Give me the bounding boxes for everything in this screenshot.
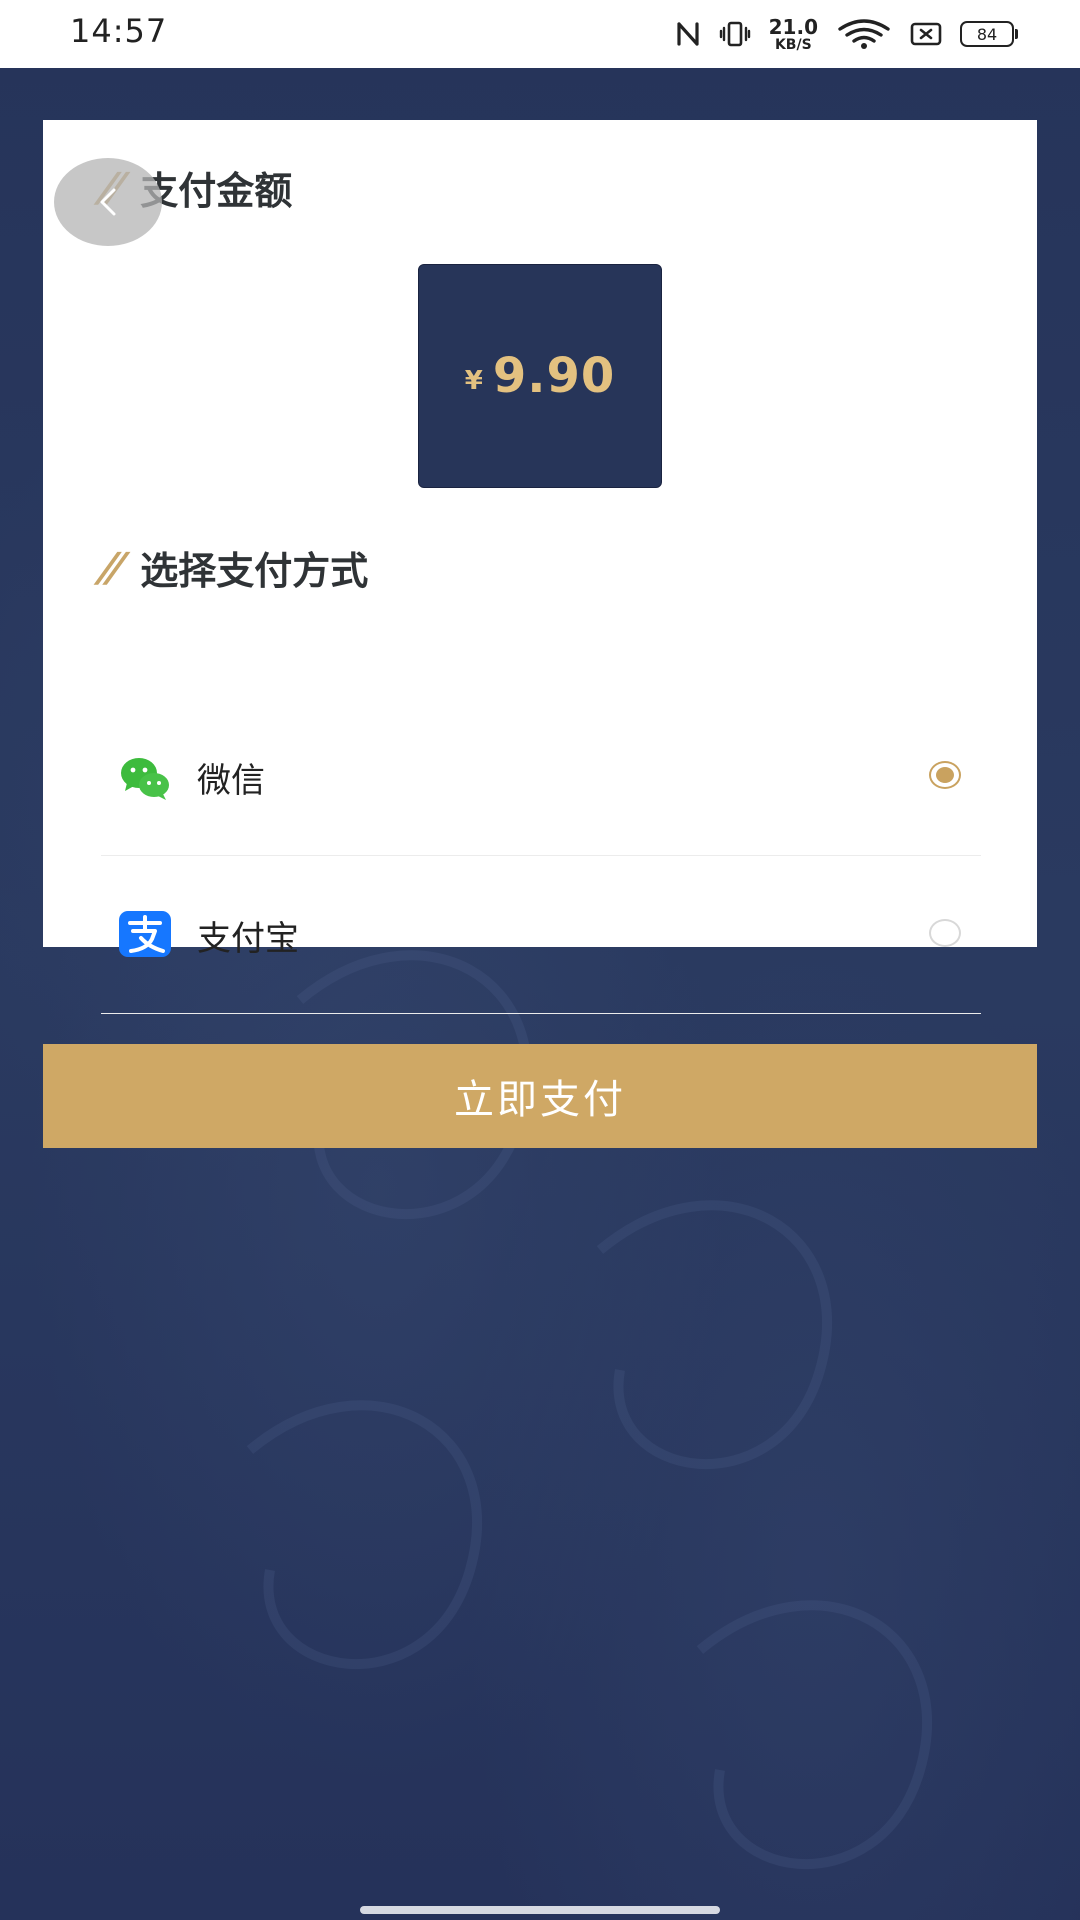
wechat-radio[interactable] (929, 761, 961, 789)
chevron-left-icon (100, 188, 116, 216)
wechat-label: 微信 (197, 761, 265, 801)
network-speed-unit: KB/S (774, 36, 812, 53)
status-time: 14:57 (70, 12, 168, 50)
back-button[interactable] (54, 158, 162, 246)
alipay-label: 支付宝 (197, 919, 299, 959)
payment-option-wechat[interactable]: 微信 (101, 705, 981, 856)
home-indicator[interactable] (360, 1906, 720, 1914)
network-speed: 21.0 KB/S (769, 17, 818, 52)
method-title-text: 选择支付方式 (140, 549, 369, 593)
status-bar: 14:57 21.0 KB/S 84 (0, 0, 1080, 68)
payment-option-alipay[interactable]: 支付宝 (101, 863, 981, 1014)
amount-box: ¥ 9.90 (418, 264, 662, 488)
currency-symbol: ¥ (464, 366, 483, 396)
sim-x-icon (910, 22, 942, 46)
nfc-icon (677, 22, 699, 46)
payment-card: // 支付金额 ¥ 9.90 // 选择支付方式 微信 支付宝 (43, 120, 1037, 1014)
amount-value: 9.90 (492, 348, 616, 404)
title-slash-icon: // (96, 544, 124, 591)
alipay-radio[interactable] (929, 919, 961, 947)
battery-indicator: 84 (960, 21, 1018, 47)
amount-title-text: 支付金额 (140, 169, 293, 213)
wifi-icon (838, 19, 890, 49)
battery-level: 84 (976, 24, 998, 44)
pay-now-button[interactable]: 立即支付 (43, 1044, 1037, 1148)
wechat-icon (121, 758, 169, 800)
method-section-title: // 选择支付方式 (96, 540, 369, 595)
network-speed-value: 21.0 (768, 14, 818, 39)
alipay-icon (119, 911, 171, 957)
vibrate-icon (719, 21, 750, 47)
status-icons: 21.0 KB/S 84 (675, 14, 1018, 54)
